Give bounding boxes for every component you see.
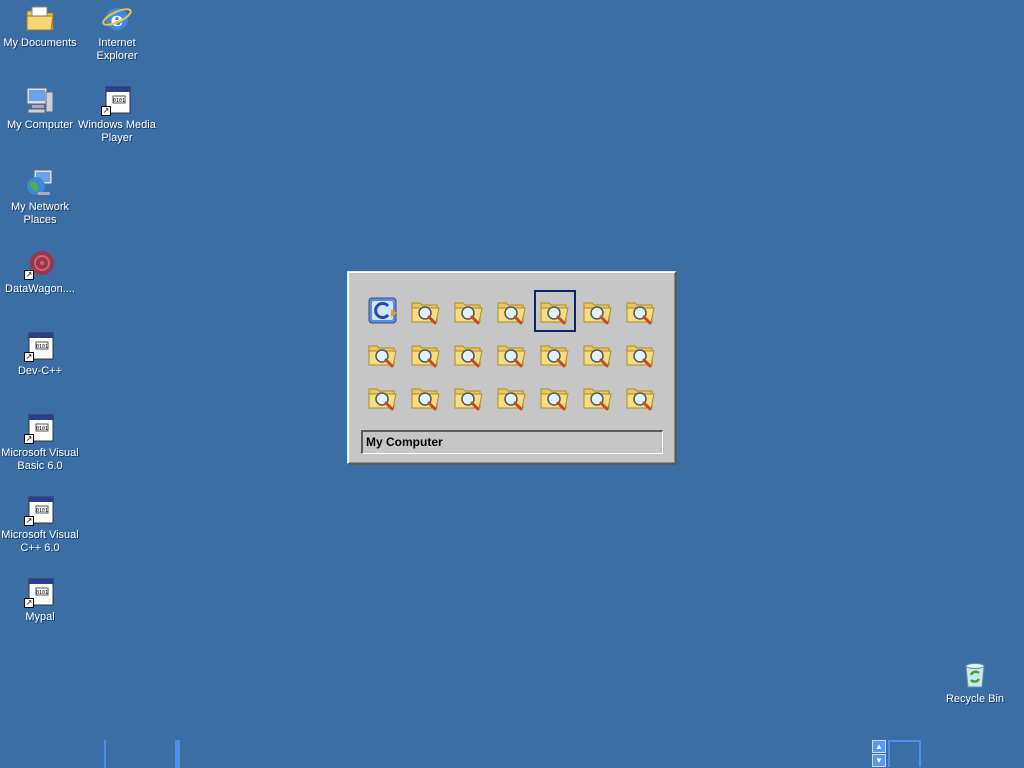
desktop-icon-internet-explorer[interactable]: e Internet Explorer — [77, 2, 157, 63]
svg-text:0101: 0101 — [113, 98, 125, 104]
app-icon — [367, 295, 399, 327]
documents-folder-icon — [24, 2, 56, 34]
task-item[interactable] — [448, 376, 490, 418]
computer-icon — [24, 84, 56, 116]
folder-search-icon — [582, 338, 614, 370]
svg-text:0101: 0101 — [36, 426, 48, 432]
task-item[interactable] — [620, 333, 662, 375]
folder-search-icon — [582, 381, 614, 413]
desktop-icon-label: Mypal — [25, 611, 55, 623]
task-item[interactable] — [362, 333, 404, 375]
taskbar-fragment — [104, 740, 106, 768]
shortcut-arrow-icon: ↗ — [24, 516, 34, 526]
folder-search-icon — [582, 295, 614, 327]
generic-app-icon: 0101 ↗ — [101, 84, 133, 116]
tray-scroll-control: ▲ ▼ — [872, 739, 922, 768]
task-switcher-title: My Computer — [361, 430, 663, 454]
shortcut-arrow-icon: ↗ — [24, 270, 34, 280]
folder-search-icon — [539, 381, 571, 413]
folder-search-icon — [539, 295, 571, 327]
desktop-icon-recycle-bin[interactable]: Recycle Bin — [935, 658, 1015, 706]
task-item[interactable] — [448, 290, 490, 332]
folder-search-icon — [539, 338, 571, 370]
desktop-icon-label: My Network Places — [10, 201, 70, 226]
shortcut-arrow-icon: ↗ — [101, 106, 111, 116]
shortcut-arrow-icon: ↗ — [24, 352, 34, 362]
tray-frame — [888, 740, 921, 767]
task-item[interactable] — [362, 376, 404, 418]
svg-text:0101: 0101 — [36, 590, 48, 596]
generic-app-icon: 0101 ↗ — [24, 330, 56, 362]
network-globe-icon — [24, 166, 56, 198]
task-item[interactable] — [534, 333, 576, 375]
task-item[interactable] — [534, 290, 576, 332]
folder-search-icon — [625, 338, 657, 370]
generic-app-icon: 0101 ↗ — [24, 412, 56, 444]
folder-search-icon — [367, 381, 399, 413]
desktop-icon-label: Microsoft Visual Basic 6.0 — [1, 447, 79, 472]
desktop-icon-label: Recycle Bin — [945, 693, 1005, 705]
desktop-icon-datawagon[interactable]: ↗ DataWagon.... — [0, 248, 80, 296]
folder-search-icon — [367, 338, 399, 370]
folder-search-icon — [496, 381, 528, 413]
task-item[interactable] — [620, 290, 662, 332]
datawagon-icon: ↗ — [24, 248, 56, 280]
desktop-icon-label: Windows Media Player — [78, 119, 156, 144]
shortcut-arrow-icon: ↗ — [24, 598, 34, 608]
task-item[interactable] — [491, 290, 533, 332]
desktop-icon-label: Internet Explorer — [96, 37, 138, 62]
folder-search-icon — [496, 295, 528, 327]
task-item[interactable] — [620, 376, 662, 418]
folder-search-icon — [453, 381, 485, 413]
desktop-icon-my-network-places[interactable]: My Network Places — [0, 166, 80, 227]
desktop-icon-my-computer[interactable]: My Computer — [0, 84, 80, 132]
task-item[interactable] — [491, 376, 533, 418]
task-item[interactable] — [405, 376, 447, 418]
taskbar-fragment — [175, 740, 180, 768]
desktop-icon-visual-basic[interactable]: 0101 ↗ Microsoft Visual Basic 6.0 — [0, 412, 80, 473]
task-item[interactable] — [448, 333, 490, 375]
desktop-icon-label: My Documents — [3, 37, 77, 49]
shortcut-arrow-icon: ↗ — [24, 434, 34, 444]
desktop-icon-label: My Computer — [6, 119, 74, 131]
task-item[interactable] — [362, 290, 404, 332]
folder-search-icon — [410, 338, 442, 370]
scroll-down-button[interactable]: ▼ — [872, 754, 886, 767]
desktop-icon-mypal[interactable]: 0101 ↗ Mypal — [0, 576, 80, 624]
desktop-icon-dev-cpp[interactable]: 0101 ↗ Dev-C++ — [0, 330, 80, 378]
desktop-icon-label: Microsoft Visual C++ 6.0 — [1, 529, 79, 554]
folder-search-icon — [453, 295, 485, 327]
folder-search-icon — [496, 338, 528, 370]
generic-app-icon: 0101 ↗ — [24, 494, 56, 526]
svg-text:0101: 0101 — [36, 508, 48, 514]
task-item[interactable] — [534, 376, 576, 418]
folder-search-icon — [625, 295, 657, 327]
task-item[interactable] — [577, 376, 619, 418]
task-item[interactable] — [405, 290, 447, 332]
recycle-bin-icon — [959, 658, 991, 690]
task-switcher: My Computer — [347, 271, 677, 465]
folder-search-icon — [410, 295, 442, 327]
task-item[interactable] — [405, 333, 447, 375]
desktop: My Documents e Internet Explorer My Comp… — [0, 0, 1024, 768]
desktop-icon-windows-media-player[interactable]: 0101 ↗ Windows Media Player — [77, 84, 157, 145]
desktop-icon-label: Dev-C++ — [17, 365, 63, 377]
svg-text:0101: 0101 — [36, 344, 48, 350]
internet-explorer-icon: e — [101, 2, 133, 34]
generic-app-icon: 0101 ↗ — [24, 576, 56, 608]
task-item[interactable] — [491, 333, 533, 375]
task-item[interactable] — [577, 290, 619, 332]
scroll-up-button[interactable]: ▲ — [872, 740, 886, 753]
task-item[interactable] — [577, 333, 619, 375]
desktop-icon-visual-cpp[interactable]: 0101 ↗ Microsoft Visual C++ 6.0 — [0, 494, 80, 555]
folder-search-icon — [453, 338, 485, 370]
desktop-icon-my-documents[interactable]: My Documents — [0, 2, 80, 50]
folder-search-icon — [625, 381, 657, 413]
desktop-icon-label: DataWagon.... — [5, 283, 75, 295]
folder-search-icon — [410, 381, 442, 413]
